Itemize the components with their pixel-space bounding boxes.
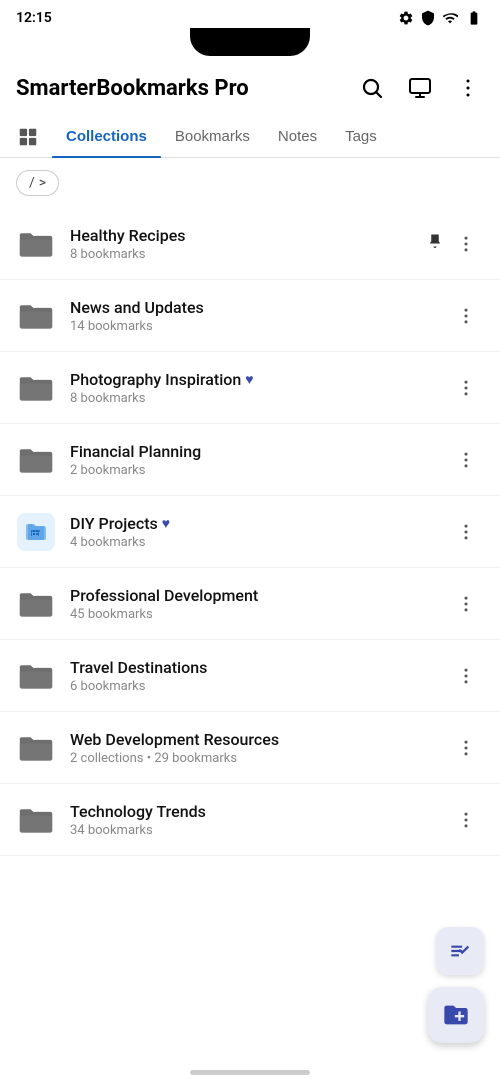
tab-collections[interactable]: Collections — [52, 116, 161, 157]
collection-more-button[interactable] — [448, 370, 484, 406]
tab-bookmarks[interactable]: Bookmarks — [161, 116, 264, 157]
list-item[interactable]: Healthy Recipes 8 bookmarks — [0, 208, 500, 280]
search-button[interactable] — [352, 68, 392, 108]
folder-icon — [18, 301, 54, 331]
collection-meta: 34 bookmarks — [70, 823, 448, 838]
collection-more-button[interactable] — [448, 730, 484, 766]
fab-area — [428, 927, 484, 1043]
collection-meta: 14 bookmarks — [70, 319, 448, 334]
header-actions — [352, 68, 488, 108]
heart-badge: ♥ — [245, 371, 253, 388]
collection-name: Web Development Resources — [70, 730, 448, 749]
collection-name: Professional Development — [70, 586, 448, 605]
diy-folder-icon — [17, 513, 55, 551]
folder-icon — [18, 445, 54, 475]
list-item[interactable]: Technology Trends 34 bookmarks — [0, 784, 500, 856]
collection-name: Photography Inspiration♥ — [70, 370, 448, 389]
fab-secondary-button[interactable] — [436, 927, 484, 975]
collection-more-button[interactable] — [448, 514, 484, 550]
collection-meta: 8 bookmarks — [70, 247, 426, 262]
status-time: 12:15 — [16, 10, 52, 26]
status-icons — [398, 10, 484, 26]
list-item[interactable]: News and Updates 14 bookmarks — [0, 280, 500, 352]
battery-icon — [464, 10, 484, 26]
tab-notes[interactable]: Notes — [264, 116, 331, 157]
add-collection-icon — [442, 1001, 470, 1029]
heart-badge: ♥ — [162, 515, 170, 532]
collection-more-button[interactable] — [448, 658, 484, 694]
list-item[interactable]: Travel Destinations 6 bookmarks — [0, 640, 500, 712]
collection-meta: 2 collections • 29 bookmarks — [70, 751, 448, 766]
desktop-button[interactable] — [400, 68, 440, 108]
list-item[interactable]: DIY Projects♥ 4 bookmarks — [0, 496, 500, 568]
collection-more-button[interactable] — [448, 586, 484, 622]
collection-more-button[interactable] — [448, 226, 484, 262]
folder-icon — [18, 733, 54, 763]
desktop-icon — [408, 76, 432, 100]
breadcrumb-chevron: > — [39, 175, 46, 191]
collection-name: Healthy Recipes — [70, 226, 426, 245]
fab-primary-button[interactable] — [428, 987, 484, 1043]
shield-icon — [420, 10, 436, 26]
grid-icon — [17, 126, 39, 148]
folder-icon — [18, 805, 54, 835]
collection-name: Technology Trends — [70, 802, 448, 821]
breadcrumb-slash: / — [29, 175, 35, 191]
more-icon — [456, 76, 480, 100]
wifi-icon — [442, 10, 458, 26]
collection-list: Healthy Recipes 8 bookmarks News and Upda… — [0, 208, 500, 856]
list-item[interactable]: Professional Development 45 bookmarks — [0, 568, 500, 640]
folder-icon — [18, 589, 54, 619]
collection-more-button[interactable] — [448, 442, 484, 478]
list-item[interactable]: Web Development Resources 2 collections •… — [0, 712, 500, 784]
collection-name: News and Updates — [70, 298, 448, 317]
tabs-container: Collections Bookmarks Notes Tags — [0, 116, 500, 158]
folder-icon — [18, 661, 54, 691]
folder-icon — [18, 229, 54, 259]
collection-meta: 6 bookmarks — [70, 679, 448, 694]
list-item[interactable]: Photography Inspiration♥ 8 bookmarks — [0, 352, 500, 424]
grid-view-button[interactable] — [8, 117, 48, 157]
collection-more-button[interactable] — [448, 802, 484, 838]
notch — [190, 28, 310, 56]
breadcrumb-row: / > — [0, 158, 500, 208]
collection-meta: 8 bookmarks — [70, 391, 448, 406]
folder-icon — [18, 373, 54, 403]
home-indicator — [190, 1070, 310, 1075]
collection-meta: 45 bookmarks — [70, 607, 448, 622]
app-title: SmarterBookmarks Pro — [16, 76, 352, 101]
breadcrumb-pill[interactable]: / > — [16, 170, 59, 196]
more-button[interactable] — [448, 68, 488, 108]
gear-icon — [398, 10, 414, 26]
collection-name: Financial Planning — [70, 442, 448, 461]
collection-meta: 2 bookmarks — [70, 463, 448, 478]
collection-more-button[interactable] — [448, 298, 484, 334]
app-header: SmarterBookmarks Pro — [0, 60, 500, 116]
checklist-icon — [447, 938, 473, 964]
collection-name: Travel Destinations — [70, 658, 448, 677]
tab-tags[interactable]: Tags — [331, 116, 391, 157]
list-item[interactable]: Financial Planning 2 bookmarks — [0, 424, 500, 496]
collection-meta: 4 bookmarks — [70, 535, 448, 550]
pin-icon — [426, 233, 444, 255]
collection-name: DIY Projects♥ — [70, 514, 448, 533]
search-icon — [360, 76, 384, 100]
